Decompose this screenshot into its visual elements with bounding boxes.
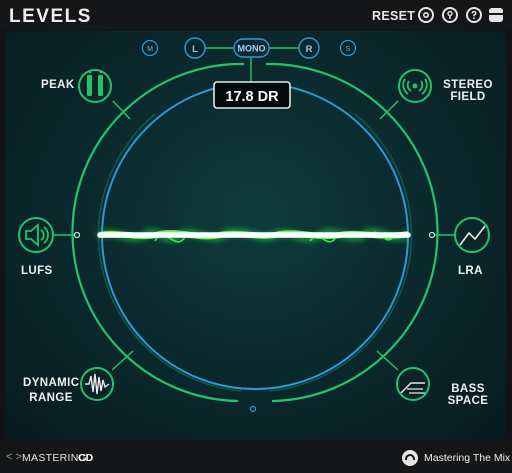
bass-space-icon bbox=[400, 382, 425, 394]
svg-text:S: S bbox=[346, 46, 351, 53]
peak-meter-icon bbox=[87, 71, 103, 96]
app-title: LEVELS bbox=[9, 6, 92, 27]
dynamic-range-label-line2: RANGE bbox=[29, 392, 73, 404]
channel-l-button[interactable]: L bbox=[184, 37, 206, 59]
stereo-field-label: STEREO FIELD bbox=[443, 79, 493, 103]
stereo-field-button[interactable] bbox=[398, 69, 432, 103]
channel-s-button[interactable]: S bbox=[339, 39, 357, 57]
dr-readout: 17.8 DR bbox=[213, 81, 291, 109]
brand-logo-icon[interactable] bbox=[402, 450, 418, 466]
bottom-indicator bbox=[249, 405, 257, 413]
svg-text:R: R bbox=[306, 44, 313, 55]
product-name-suffix: CD bbox=[78, 452, 94, 464]
product-nav-arrows[interactable]: < > bbox=[6, 451, 22, 463]
stereo-field-icon bbox=[402, 78, 428, 95]
lra-button[interactable] bbox=[454, 217, 490, 253]
info-icon[interactable] bbox=[442, 7, 458, 23]
menu-icon[interactable] bbox=[489, 8, 503, 22]
brand-name[interactable]: Mastering The Mix bbox=[424, 452, 510, 464]
dynamic-range-label-line1: DYNAMIC bbox=[23, 377, 80, 389]
svg-text:M: M bbox=[147, 46, 153, 53]
bass-space-button[interactable] bbox=[396, 367, 430, 401]
channel-mono-button[interactable]: MONO bbox=[233, 38, 270, 58]
lufs-button[interactable] bbox=[18, 217, 54, 253]
help-icon[interactable] bbox=[466, 7, 482, 23]
channel-m-button[interactable]: M bbox=[141, 39, 159, 57]
svg-text:MONO: MONO bbox=[238, 44, 266, 54]
peak-label: PEAK bbox=[41, 79, 75, 91]
channel-r-button[interactable]: R bbox=[298, 37, 320, 59]
footer-bar: < > MASTERING CD Mastering The Mix bbox=[0, 441, 512, 473]
lra-label: LRA bbox=[458, 265, 483, 277]
lra-graph-icon bbox=[459, 225, 486, 246]
settings-icon[interactable] bbox=[418, 7, 434, 23]
svg-text:17.8 DR: 17.8 DR bbox=[225, 89, 279, 105]
lufs-label: LUFS bbox=[21, 265, 53, 277]
peak-button[interactable] bbox=[78, 69, 112, 103]
reset-button[interactable]: RESET bbox=[372, 9, 415, 23]
speaker-icon bbox=[25, 223, 49, 247]
levels-panel: M L MONO R S 17.8 DR PEAK STEREO FIELD L… bbox=[5, 31, 506, 440]
svg-text:L: L bbox=[192, 44, 198, 55]
title-bar: LEVELS RESET bbox=[0, 0, 512, 30]
dynamic-range-button[interactable] bbox=[80, 367, 114, 401]
waveform bbox=[96, 228, 411, 243]
dynamic-waveform-icon bbox=[85, 373, 110, 395]
bass-space-label: BASS SPACE bbox=[447, 383, 489, 407]
dynamic-range-label: DYNAMIC RANGE bbox=[23, 377, 79, 404]
